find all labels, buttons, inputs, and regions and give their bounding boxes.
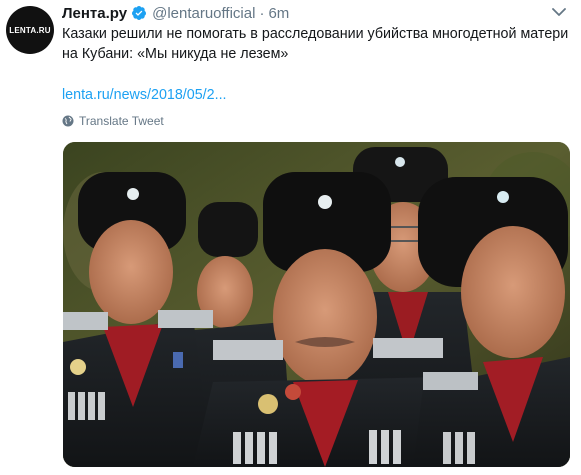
tweet-header: Лента.ру @lentaruofficial · 6m <box>62 3 289 23</box>
tweet-photo[interactable] <box>63 142 570 467</box>
avatar-logo-text: LENTA.RU <box>9 25 51 35</box>
translate-tweet-button[interactable]: Translate Tweet <box>62 114 164 128</box>
user-handle[interactable]: @lentaruofficial <box>152 5 255 22</box>
display-name[interactable]: Лента.ру <box>62 5 127 22</box>
cossacks-photo-illustration <box>63 142 570 467</box>
verified-badge-icon <box>132 6 147 20</box>
avatar[interactable]: LENTA.RU <box>6 6 54 54</box>
chevron-down-icon[interactable] <box>552 7 566 17</box>
separator-dot: · <box>259 4 265 22</box>
globe-icon <box>62 115 74 127</box>
timestamp[interactable]: 6m <box>268 5 289 22</box>
tweet-text: Казаки решили не помогать в расследовани… <box>62 26 569 62</box>
tweet-link[interactable]: lenta.ru/news/2018/05/2... <box>62 87 227 103</box>
tweet-card[interactable]: LENTA.RU Лента.ру @lentaruofficial · 6m … <box>0 0 581 475</box>
translate-label: Translate Tweet <box>79 114 164 128</box>
